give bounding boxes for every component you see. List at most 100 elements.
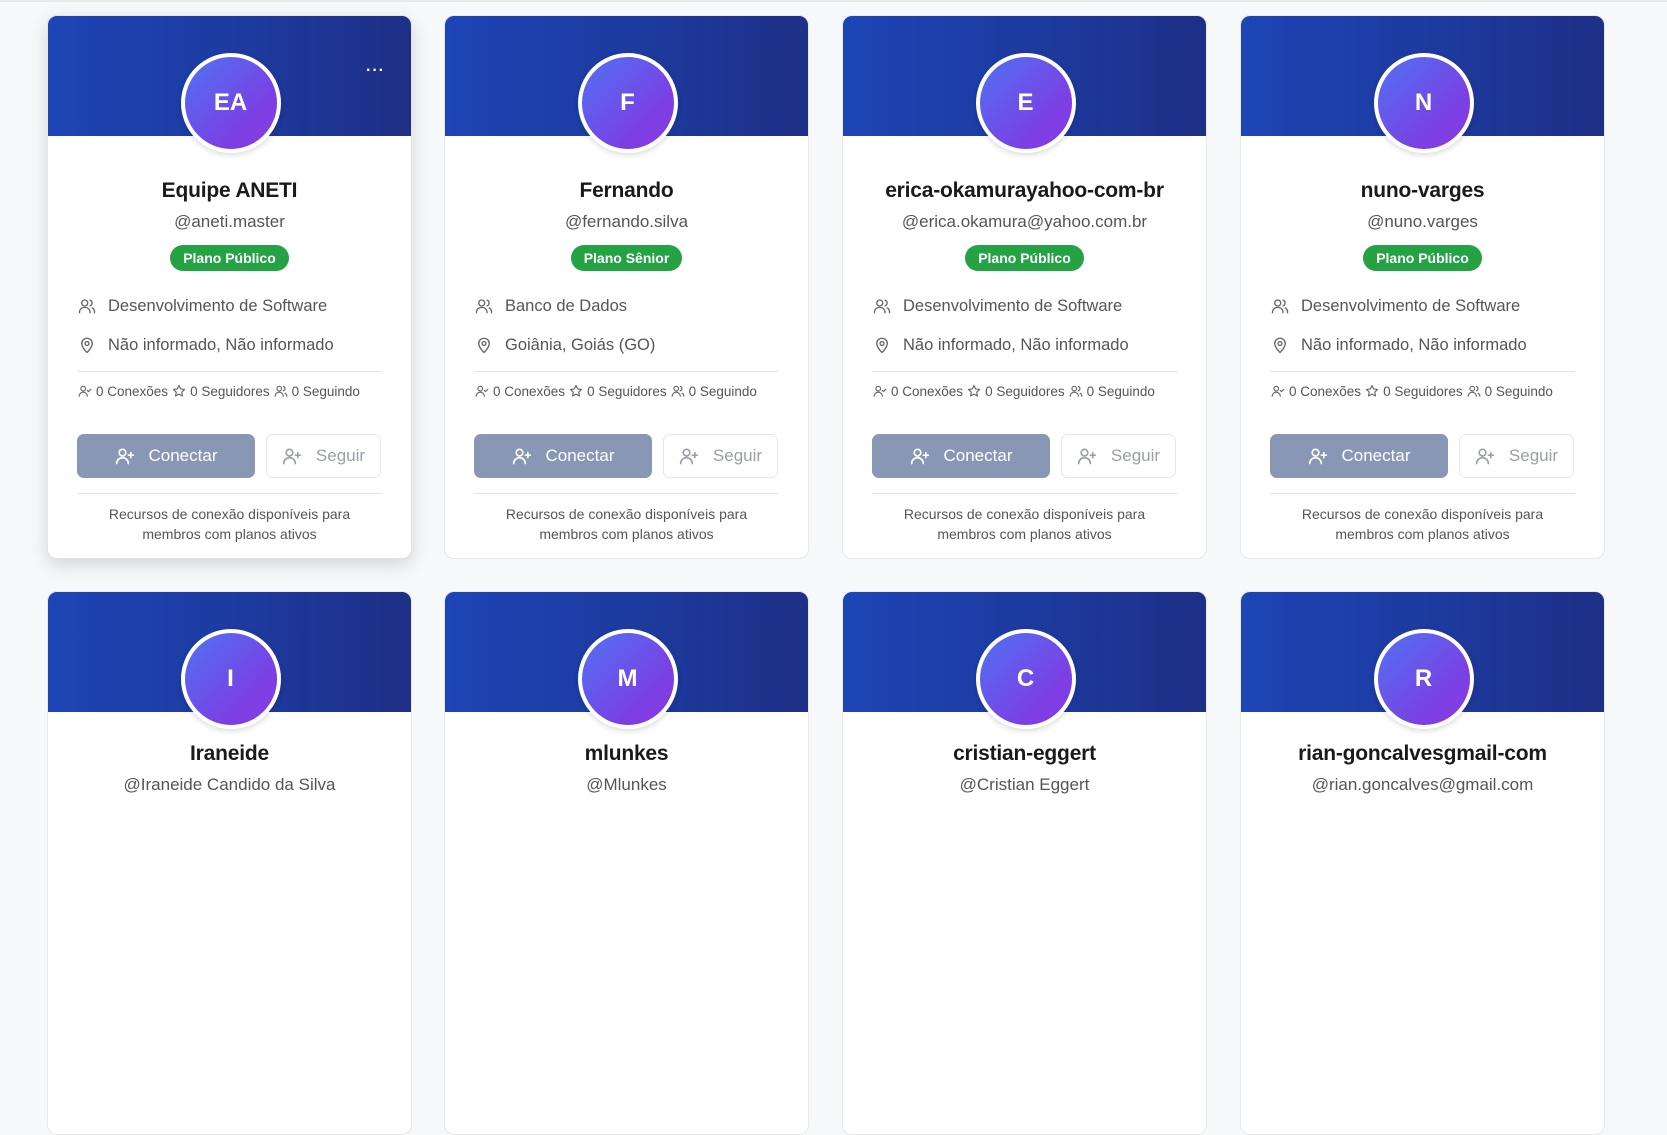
profile-name[interactable]: Fernando xyxy=(445,179,808,203)
connect-button[interactable]: Conectar xyxy=(872,434,1050,478)
profile-name[interactable]: mlunkes xyxy=(445,742,808,766)
connections-count: 0 Conexões xyxy=(891,383,964,399)
follow-label: Seguir xyxy=(712,446,763,465)
follow-button[interactable]: Seguir xyxy=(266,434,381,478)
profile-card[interactable]: E erica-okamurayahoo-com-br @erica.okamu… xyxy=(842,15,1207,559)
user-check-icon xyxy=(1271,385,1285,397)
avatar[interactable]: F xyxy=(577,53,678,153)
avatar[interactable]: M xyxy=(577,629,678,729)
follow-label: Seguir xyxy=(1508,446,1559,465)
area-row: Desenvolvimento de Software xyxy=(873,294,1176,318)
profile-name[interactable]: rian-goncalvesgmail-com xyxy=(1241,742,1604,766)
plan-note: Recursos de conexão disponíveis para mem… xyxy=(505,506,748,542)
profile-name[interactable]: cristian-eggert xyxy=(843,742,1206,766)
area-text: Desenvolvimento de Software xyxy=(903,296,1123,315)
followers-count: 0 Seguidores xyxy=(190,383,270,399)
connect-label: Conectar xyxy=(943,446,1013,465)
profile-card[interactable]: F Fernando @fernando.silva Plano Sênior … xyxy=(444,15,809,559)
users-icon xyxy=(1467,385,1481,397)
map-pin-icon xyxy=(478,337,490,354)
profile-handle: @Mlunkes xyxy=(586,775,667,794)
map-pin-icon xyxy=(81,337,93,354)
avatar[interactable]: C xyxy=(975,629,1076,729)
user-plus-icon xyxy=(1077,448,1097,465)
profile-card[interactable]: N nuno-varges @nuno.varges Plano Público… xyxy=(1240,15,1605,559)
connect-label: Conectar xyxy=(148,446,218,465)
area-text: Desenvolvimento de Software xyxy=(1301,296,1521,315)
user-check-icon xyxy=(78,385,92,397)
stats-row: 0 Conexões 0 Seguidores 0 Seguindo xyxy=(78,382,391,400)
profile-handle: @fernando.silva xyxy=(564,212,689,231)
star-icon xyxy=(172,384,186,397)
follow-button[interactable]: Seguir xyxy=(663,434,778,478)
profile-card[interactable]: M mlunkes @Mlunkes xyxy=(444,591,809,1135)
more-options-icon[interactable]: ··· xyxy=(366,63,385,79)
user-check-icon xyxy=(475,385,489,397)
location-text: Não informado, Não informado xyxy=(903,335,1129,354)
location-row: Não informado, Não informado xyxy=(873,333,1176,357)
profile-handle: @aneti.master xyxy=(174,212,285,231)
user-plus-icon xyxy=(1308,448,1327,465)
stats-row: 0 Conexões 0 Seguidores 0 Seguindo xyxy=(873,382,1186,400)
user-plus-icon xyxy=(282,448,302,465)
divider xyxy=(77,371,382,372)
connections-count: 0 Conexões xyxy=(96,383,169,399)
profile-card[interactable]: ··· EA Equipe ANETI @aneti.master Plano … xyxy=(47,15,412,559)
divider xyxy=(474,493,779,494)
plan-badge: Plano Público xyxy=(965,245,1084,271)
user-plus-icon xyxy=(512,448,531,465)
follow-button[interactable]: Seguir xyxy=(1459,434,1574,478)
area-text: Desenvolvimento de Software xyxy=(108,296,328,315)
location-text: Goiânia, Goiás (GO) xyxy=(505,335,656,354)
following-count: 0 Seguindo xyxy=(1086,383,1155,399)
followers-count: 0 Seguidores xyxy=(1383,383,1463,399)
user-plus-icon xyxy=(679,448,699,465)
profile-name[interactable]: Iraneide xyxy=(48,742,411,766)
users-icon xyxy=(873,299,891,314)
followers-count: 0 Seguidores xyxy=(985,383,1065,399)
plan-note: Recursos de conexão disponíveis para mem… xyxy=(903,506,1146,542)
plan-note: Recursos de conexão disponíveis para mem… xyxy=(108,506,351,542)
divider xyxy=(474,371,779,372)
plan-badge: Plano Público xyxy=(1363,245,1482,271)
map-pin-icon xyxy=(1274,337,1286,354)
avatar[interactable]: N xyxy=(1373,53,1474,153)
connect-button[interactable]: Conectar xyxy=(1270,434,1448,478)
divider xyxy=(1270,371,1575,372)
user-check-icon xyxy=(873,385,887,397)
users-icon xyxy=(78,299,96,314)
location-row: Goiânia, Goiás (GO) xyxy=(475,333,778,357)
star-icon xyxy=(967,384,981,397)
avatar[interactable]: R xyxy=(1373,629,1474,729)
connect-button[interactable]: Conectar xyxy=(77,434,255,478)
avatar[interactable]: EA xyxy=(180,53,281,153)
location-text: Não informado, Não informado xyxy=(1301,335,1527,354)
star-icon xyxy=(569,384,583,397)
divider xyxy=(77,493,382,494)
divider xyxy=(1270,493,1575,494)
stats-row: 0 Conexões 0 Seguidores 0 Seguindo xyxy=(1271,382,1584,400)
profile-card[interactable]: C cristian-eggert @Cristian Eggert xyxy=(842,591,1207,1135)
connections-count: 0 Conexões xyxy=(493,383,566,399)
follow-button[interactable]: Seguir xyxy=(1061,434,1176,478)
profile-card[interactable]: R rian-goncalvesgmail-com @rian.goncalve… xyxy=(1240,591,1605,1135)
connect-label: Conectar xyxy=(1341,446,1411,465)
location-text: Não informado, Não informado xyxy=(108,335,334,354)
users-icon xyxy=(274,385,288,397)
connections-count: 0 Conexões xyxy=(1289,383,1362,399)
profile-name[interactable]: erica-okamurayahoo-com-br xyxy=(843,179,1206,203)
avatar[interactable]: I xyxy=(180,629,281,729)
location-row: Não informado, Não informado xyxy=(1271,333,1574,357)
star-icon xyxy=(1365,384,1379,397)
profile-name[interactable]: nuno-varges xyxy=(1241,179,1604,203)
followers-count: 0 Seguidores xyxy=(587,383,667,399)
area-row: Desenvolvimento de Software xyxy=(78,294,381,318)
profile-card[interactable]: I Iraneide @Iraneide Candido da Silva xyxy=(47,591,412,1135)
map-pin-icon xyxy=(876,337,888,354)
connect-button[interactable]: Conectar xyxy=(474,434,652,478)
divider xyxy=(872,371,1177,372)
profile-name[interactable]: Equipe ANETI xyxy=(48,179,411,203)
profiles-grid: ··· EA Equipe ANETI @aneti.master Plano … xyxy=(0,0,1667,1135)
plan-badge: Plano Sênior xyxy=(570,245,683,271)
avatar[interactable]: E xyxy=(975,53,1076,153)
